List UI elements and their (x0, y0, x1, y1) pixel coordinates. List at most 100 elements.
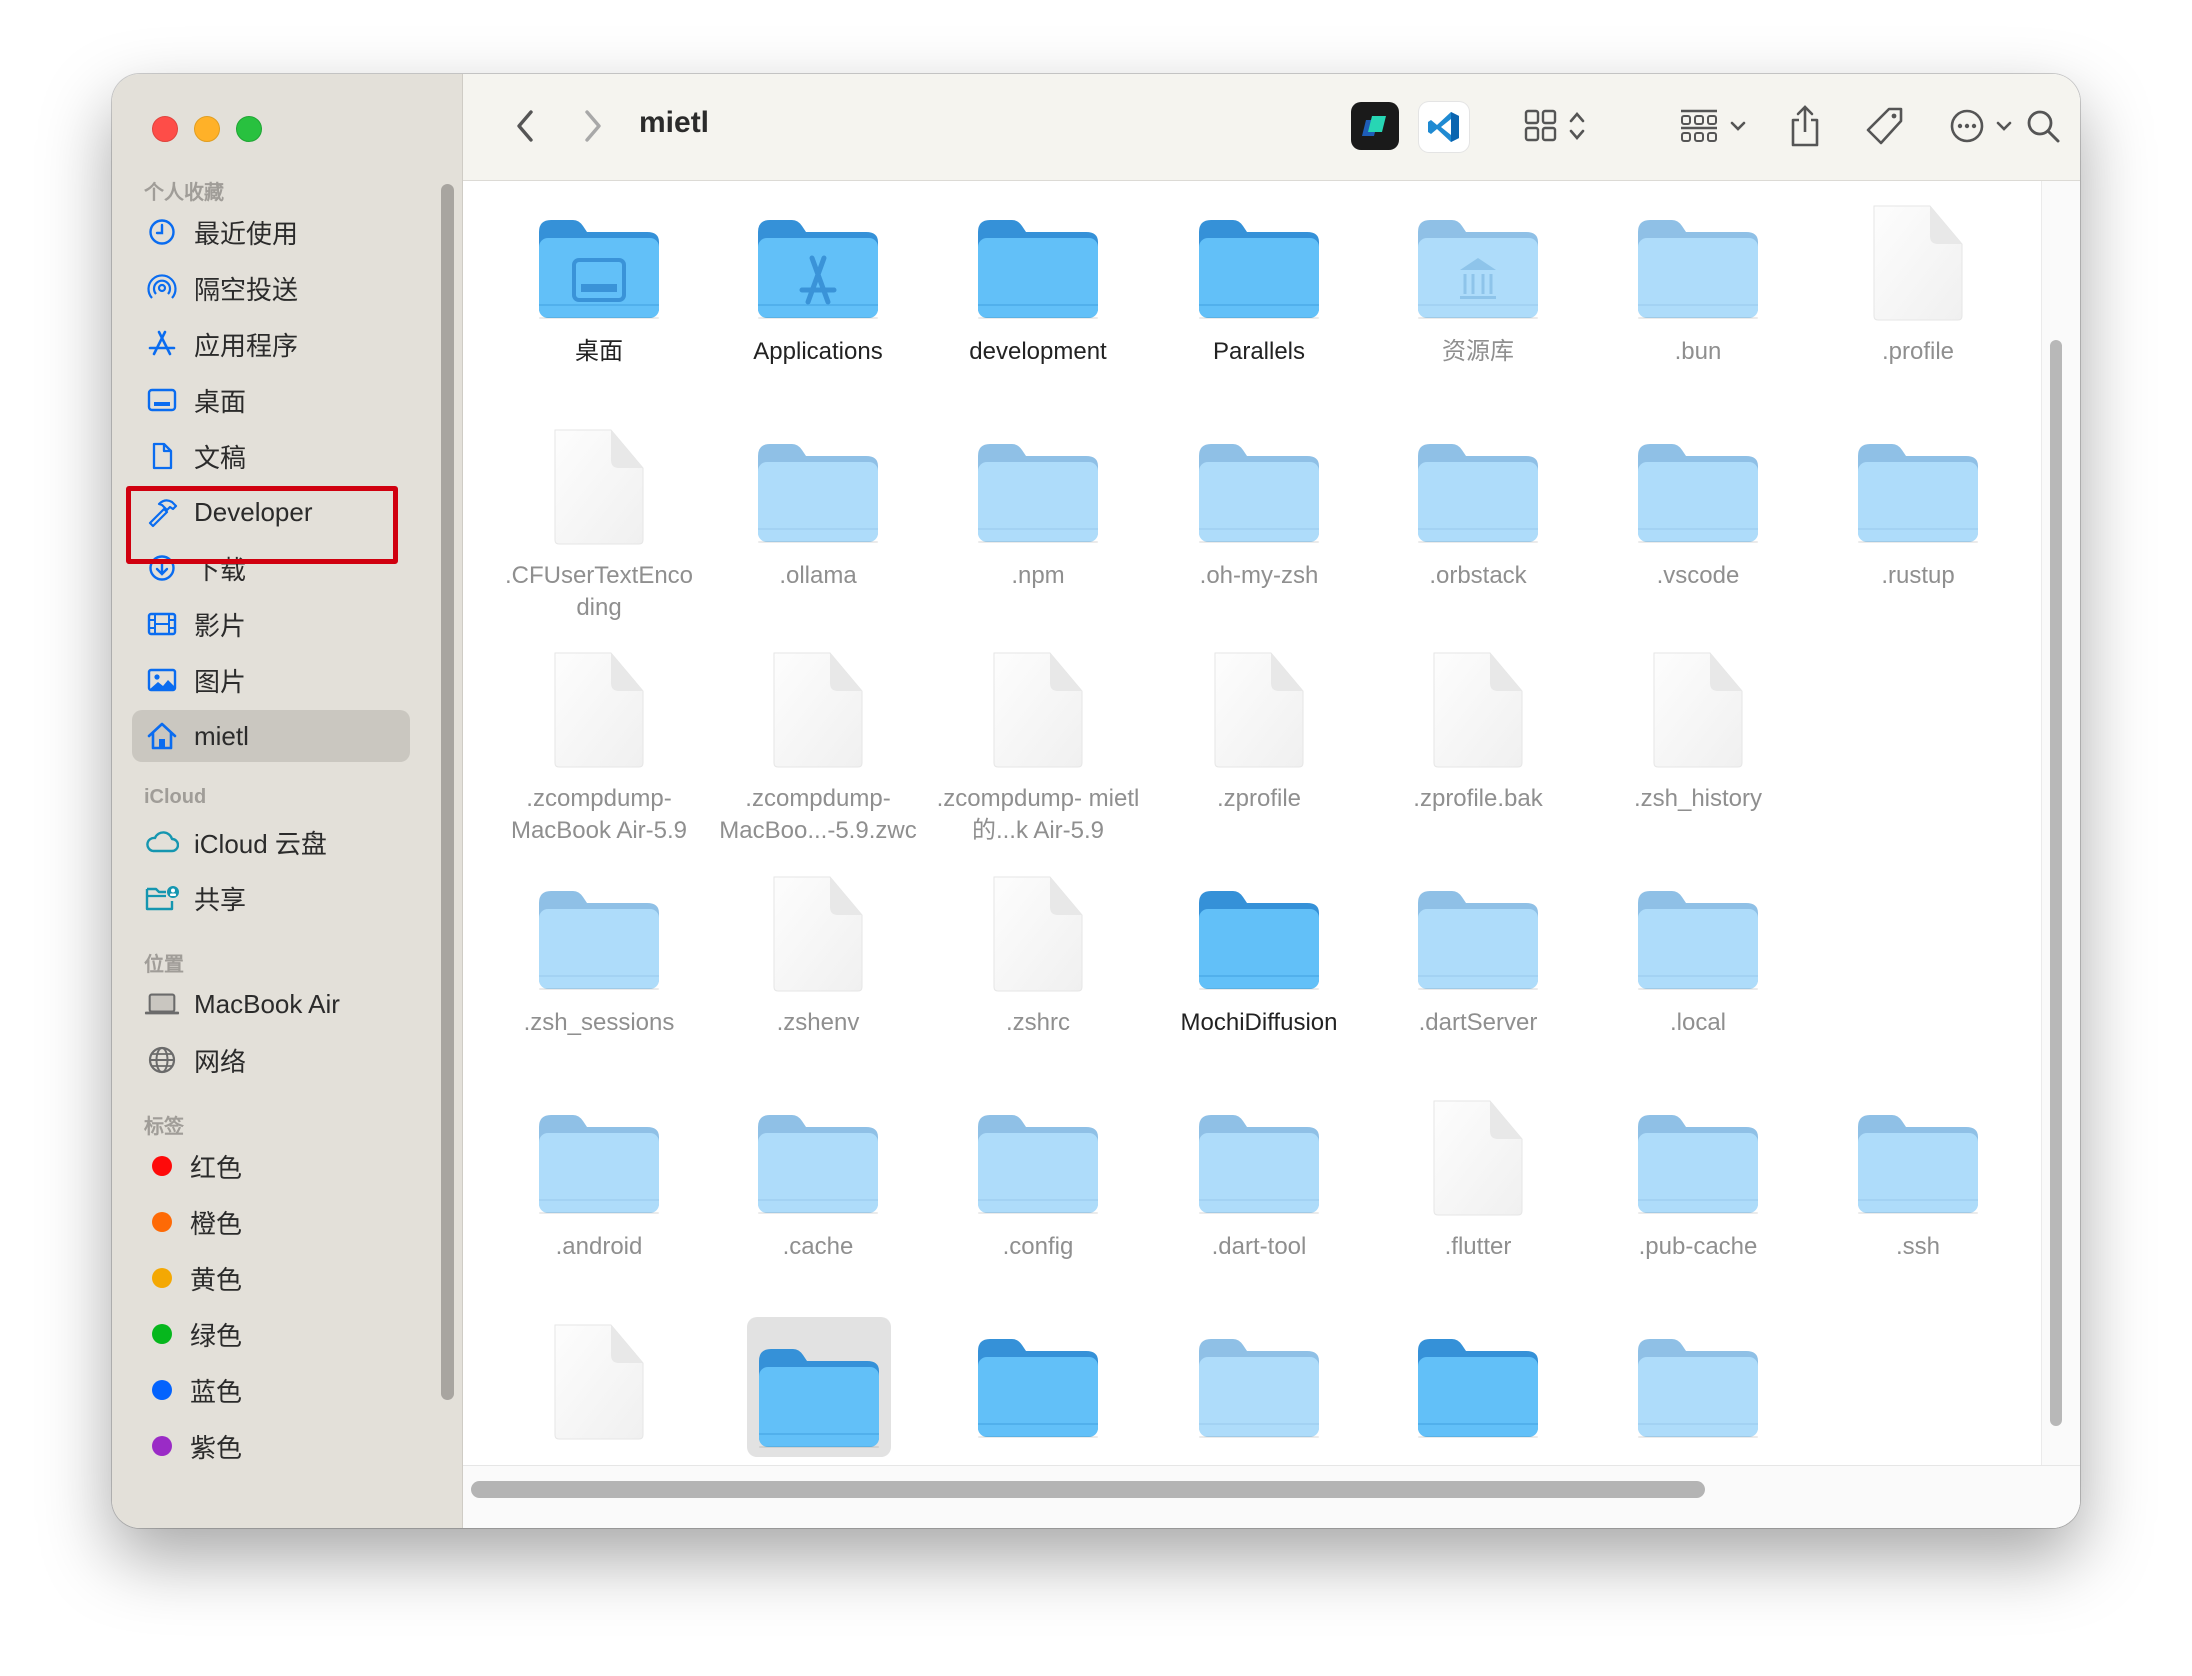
sidebar-item-film[interactable]: 影片 (132, 598, 410, 650)
item-label: .local (1669, 1009, 1727, 1036)
folder-icon (1638, 1331, 1758, 1441)
sidebar-item-tag-0[interactable]: 红色 (132, 1140, 410, 1192)
folder-apps-icon (758, 212, 878, 322)
sidebar-item-globe[interactable]: 网络 (132, 1034, 410, 1086)
document-file-icon (539, 428, 659, 545)
document-file-icon (1418, 1099, 1538, 1216)
sidebar-scrollbar[interactable] (441, 184, 454, 1400)
tags-button[interactable] (1863, 102, 1907, 150)
sidebar-item-label: iCloud 云盘 (194, 828, 327, 859)
sidebar-item-shared-folder[interactable]: 共享 (132, 872, 410, 924)
sidebar-item-label: 文稿 (194, 442, 247, 473)
folder-icon (758, 1107, 878, 1217)
item-label: .config (1002, 1233, 1074, 1260)
sidebar-item-document[interactable]: 文稿 (132, 430, 410, 482)
sidebar-item-label: 影片 (194, 610, 247, 641)
sidebar-item-tag-3[interactable]: 绿色 (132, 1308, 410, 1360)
item-label: .npm (1011, 562, 1065, 589)
sidebar-item-desktop[interactable]: 桌面 (132, 374, 410, 426)
horizontal-scroll-track (463, 1465, 2080, 1528)
sidebar-item-clock[interactable]: 最近使用 (132, 206, 410, 258)
cloud-icon (144, 824, 180, 860)
close-button[interactable] (152, 116, 178, 142)
desktop-icon (144, 382, 180, 418)
chevron-down-icon (1996, 121, 2012, 131)
item-label: .dartServer (1418, 1009, 1538, 1036)
item-label: .zsh_history (1633, 785, 1763, 812)
vscode-app-button[interactable] (1419, 102, 1469, 152)
item-label: .zshrc (1005, 1009, 1070, 1036)
item-label: .zcompdump- mietl的...k Air-5.9 (936, 785, 1140, 844)
finder-window: 个人收藏 最近使用 隔空投送 应用程序 桌面 文稿 Developer 下载 影片 图片 mietl… (112, 74, 2080, 1528)
globe-icon (144, 1042, 180, 1078)
folder-icon (1638, 883, 1758, 993)
more-icon (1950, 109, 1984, 143)
chevron-down-icon (1730, 121, 1746, 131)
sidebar-item-photo[interactable]: 图片 (132, 654, 410, 706)
tag-color-dot-icon (152, 1212, 172, 1232)
folder-icon (1418, 436, 1538, 546)
developer-highlight-box (126, 486, 398, 564)
sidebar-item-tag-2[interactable]: 黄色 (132, 1252, 410, 1304)
folder-icon (1638, 1107, 1758, 1217)
minimize-button[interactable] (194, 116, 220, 142)
sidebar-section-title: 位置 (144, 954, 184, 976)
sidebar-item-tag-1[interactable]: 橙色 (132, 1196, 410, 1248)
document-file-icon (978, 875, 1098, 992)
horizontal-scrollbar[interactable] (471, 1481, 1705, 1498)
icon-view-icon (1524, 109, 1557, 142)
sidebar-item-cloud[interactable]: iCloud 云盘 (132, 816, 410, 868)
tag-color-dot-icon (152, 1156, 172, 1176)
sidebar-item-applications[interactable]: 应用程序 (132, 318, 410, 370)
folder-icon (978, 1107, 1098, 1217)
warp-app-button[interactable] (1351, 102, 1399, 150)
file-grid: 公共 图片 文稿 下载 音乐 影片 .cargo (463, 180, 2080, 1528)
item-label: .CFUserTextEnco ding (504, 562, 694, 621)
folder-icon (1199, 212, 1319, 322)
share-button[interactable] (1783, 100, 1827, 152)
item-label: .vscode (1656, 562, 1740, 589)
sidebar-item-airdrop[interactable]: 隔空投送 (132, 262, 410, 314)
group-by-button[interactable] (1671, 104, 1755, 148)
folder-icon (1418, 883, 1538, 993)
folder-icon (758, 436, 878, 546)
back-icon (517, 110, 533, 142)
sidebar-item-label: MacBook Air (194, 988, 340, 1019)
toolbar: mietl (463, 74, 2080, 181)
sidebar-item-tag-4[interactable]: 蓝色 (132, 1364, 410, 1416)
vscode-app-icon (1428, 112, 1459, 142)
sidebar-item-label: 网络 (194, 1046, 247, 1077)
sidebar-section-title: 个人收藏 (144, 182, 224, 204)
sidebar-item-label: 应用程序 (194, 330, 299, 361)
chevron-updown-icon (1569, 112, 1585, 140)
item-label: .cache (782, 1233, 854, 1260)
sidebar-item-label: mietl (194, 720, 249, 751)
traffic-lights (152, 116, 262, 142)
sidebar-item-tag-5[interactable]: 紫色 (132, 1420, 410, 1472)
view-mode-button[interactable] (1513, 104, 1597, 148)
folder-icon (1638, 212, 1758, 322)
document-file-icon (1418, 651, 1538, 768)
folder-icon (1858, 1107, 1978, 1217)
item-label: .zcompdump- MacBook Air-5.9 (510, 785, 688, 844)
sidebar-item-label: 蓝色 (190, 1376, 243, 1407)
folder-icon (1199, 436, 1319, 546)
search-button[interactable] (2021, 104, 2065, 148)
vertical-scrollbar[interactable] (2050, 340, 2062, 1426)
document-file-icon (758, 875, 878, 992)
item-label: Parallels (1212, 338, 1306, 365)
zoom-button[interactable] (236, 116, 262, 142)
item-label: development (969, 338, 1107, 365)
item-label: .flutter (1444, 1233, 1512, 1260)
back-button[interactable] (503, 104, 547, 148)
item-label: .android (555, 1233, 643, 1260)
sidebar-item-home[interactable]: mietl (132, 710, 410, 762)
sidebar-item-laptop[interactable]: MacBook Air (132, 978, 410, 1030)
item-label: .orbstack (1429, 562, 1527, 589)
sidebar-item-label: 黄色 (190, 1264, 243, 1295)
share-icon (1791, 105, 1819, 147)
forward-button[interactable] (571, 104, 615, 148)
item-label: 资源库 (1442, 338, 1514, 365)
more-actions-button[interactable] (1941, 104, 2021, 148)
warp-app-icon (1362, 116, 1386, 136)
